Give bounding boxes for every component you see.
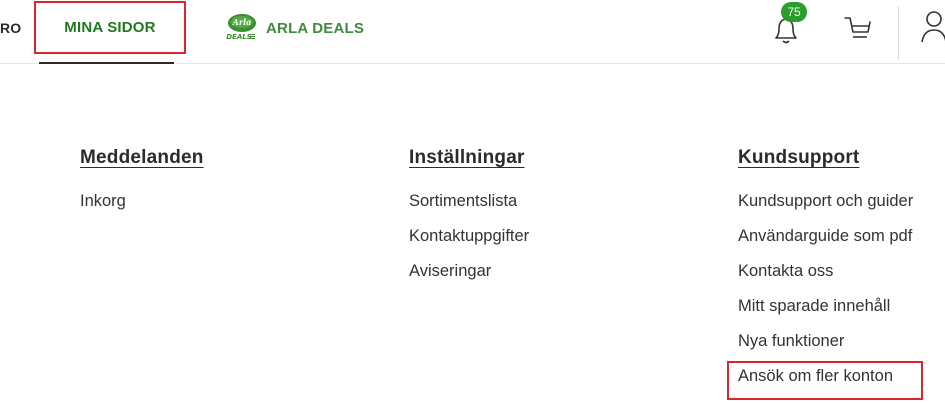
nav-item-mina-sidor[interactable]: MINA SIDOR	[34, 1, 186, 54]
nav-item-arla-deals-label: ARLA DEALS	[266, 19, 365, 37]
menu-link-sparade-innehall[interactable]: Mitt sparade innehåll	[738, 289, 913, 324]
notification-badge: 75	[781, 2, 807, 22]
arla-deals-logo-icon: Arla DEALS	[226, 14, 256, 41]
top-navigation: RO MINA SIDOR Arla DEALS ARLA DEALS 75	[0, 0, 945, 64]
menu-link-kontakta-oss[interactable]: Kontakta oss	[738, 254, 913, 289]
menu-link-anvandarguide-pdf[interactable]: Användarguide som pdf	[738, 219, 913, 254]
cart-icon[interactable]	[843, 12, 873, 42]
nav-item-arla-deals[interactable]: Arla DEALS ARLA DEALS	[226, 12, 364, 44]
menu-link-kundsupport-guider[interactable]: Kundsupport och guider	[738, 184, 913, 219]
user-icon[interactable]	[920, 8, 945, 44]
menu-link-nya-funktioner[interactable]: Nya funktioner	[738, 324, 913, 359]
menu-column-installningar: Inställningar Sortimentslista Kontaktupp…	[409, 147, 529, 289]
svg-text:Arla: Arla	[232, 17, 252, 27]
menu-column-meddelanden: Meddelanden Inkorg	[80, 147, 204, 219]
menu-link-sortimentslista[interactable]: Sortimentslista	[409, 184, 529, 219]
nav-item-partial[interactable]: RO	[0, 20, 21, 36]
menu-link-kontaktuppgifter[interactable]: Kontaktuppgifter	[409, 219, 529, 254]
menu-link-inkorg[interactable]: Inkorg	[80, 184, 204, 219]
nav-item-mina-sidor-label: MINA SIDOR	[64, 19, 156, 36]
menu-link-ansok-fler-konton[interactable]: Ansök om fler konton	[738, 359, 913, 394]
menu-link-aviseringar[interactable]: Aviseringar	[409, 254, 529, 289]
active-nav-indicator	[39, 62, 174, 64]
menu-column-kundsupport: Kundsupport Kundsupport och guider Använ…	[738, 147, 913, 394]
header-divider	[898, 6, 899, 60]
menu-heading-meddelanden[interactable]: Meddelanden	[80, 147, 204, 169]
menu-heading-kundsupport[interactable]: Kundsupport	[738, 147, 913, 169]
menu-heading-installningar[interactable]: Inställningar	[409, 147, 529, 169]
svg-text:DEALS: DEALS	[226, 33, 252, 41]
